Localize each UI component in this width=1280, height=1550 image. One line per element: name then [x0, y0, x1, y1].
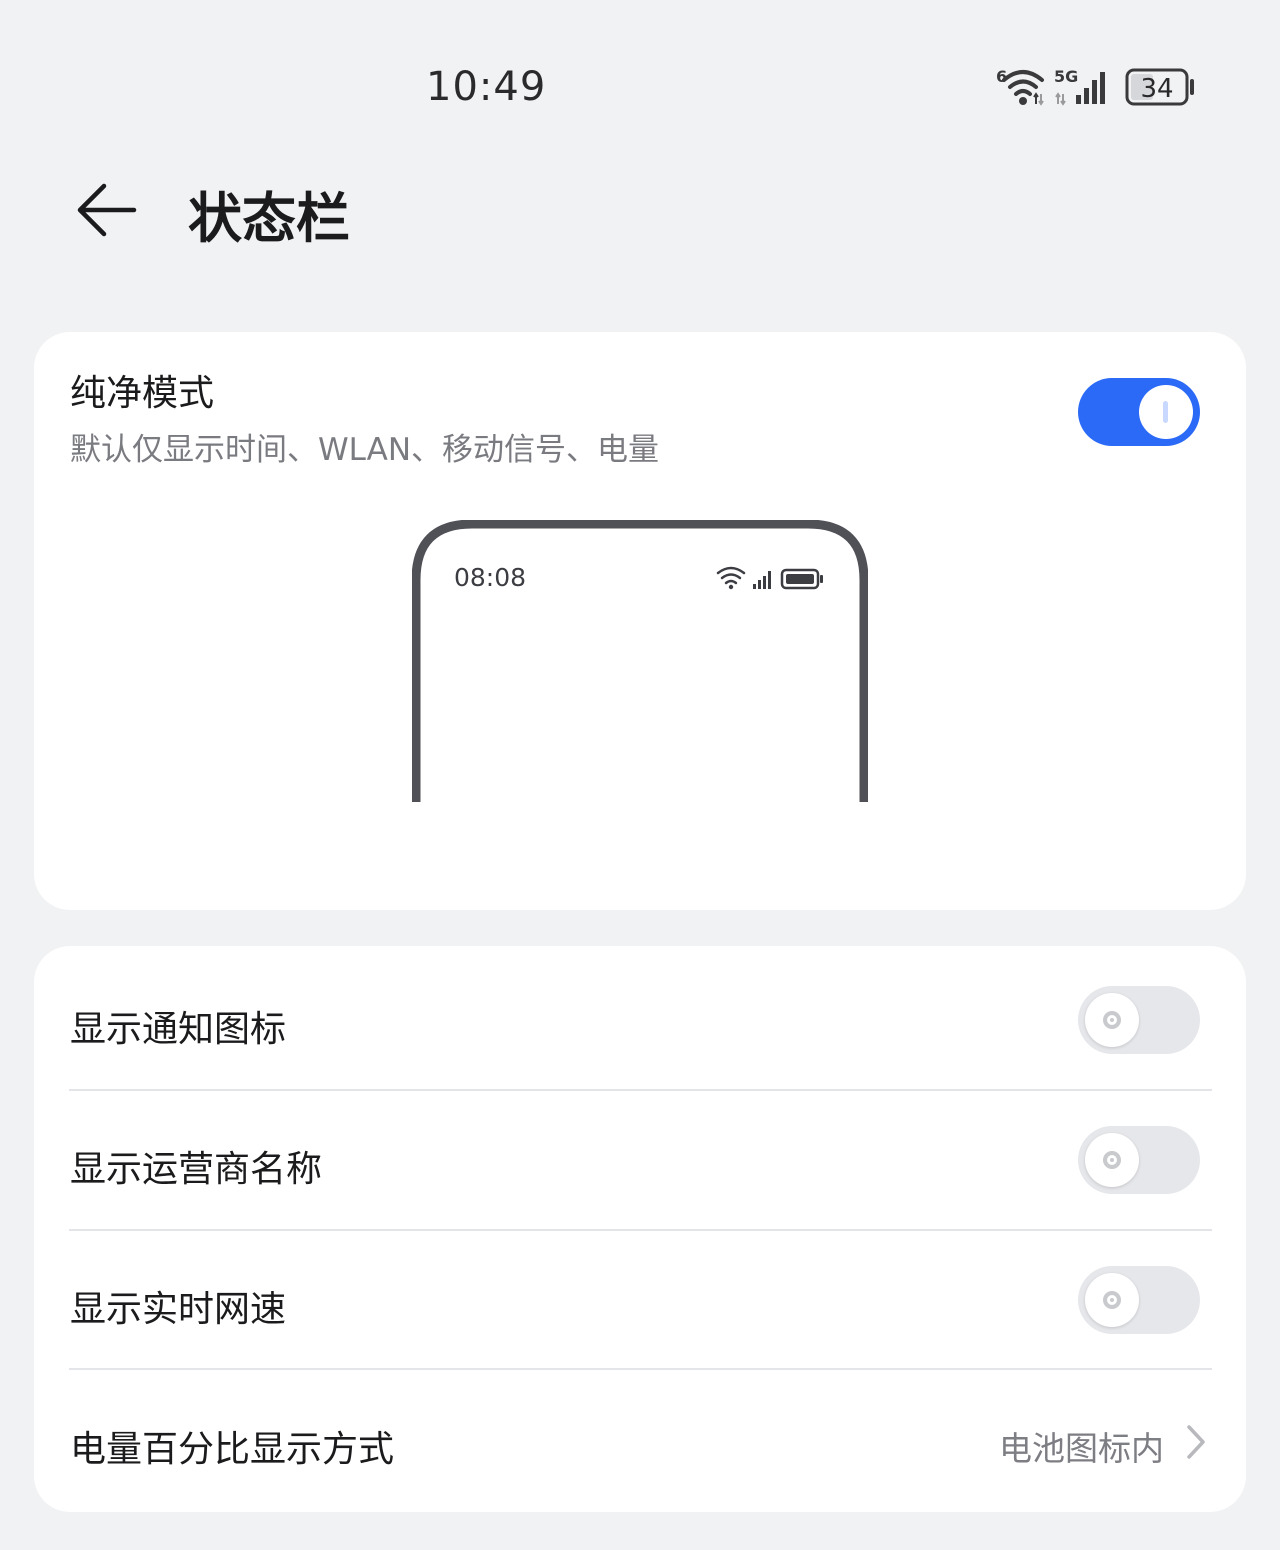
setting-row-network-speed[interactable]: 显示实时网速	[34, 1230, 1246, 1370]
toggle-knob	[1085, 993, 1139, 1047]
status-time: 10:49	[426, 64, 547, 110]
carrier-name-toggle[interactable]	[1078, 1126, 1200, 1194]
battery-display-value: 电池图标内	[999, 1429, 1164, 1468]
setting-row-notification-icons[interactable]: 显示通知图标	[34, 950, 1246, 1090]
toggle-knob	[1139, 385, 1193, 439]
wifi-icon	[716, 566, 746, 590]
chevron-right-icon	[1184, 1422, 1208, 1462]
cellular-signal-icon	[753, 571, 771, 589]
toggle-knob	[1085, 1133, 1139, 1187]
network-speed-toggle[interactable]	[1078, 1266, 1200, 1334]
page-title: 状态栏	[188, 187, 350, 250]
pure-mode-subtitle: 默认仅显示时间、WLAN、移动信号、电量	[70, 432, 660, 468]
page-header: 状态栏	[0, 150, 1280, 280]
arrow-left-icon	[77, 183, 137, 237]
status-bar-settings-card: 显示通知图标 显示运营商名称 显示实时网速 电量百分比显示方式 电池图标内	[34, 946, 1246, 1512]
toggle-knob	[1085, 1273, 1139, 1327]
setting-label: 显示通知图标	[70, 1009, 287, 1050]
setting-row-battery-percentage[interactable]: 电量百分比显示方式 电池图标内	[34, 1370, 1246, 1510]
pure-mode-card: 纯净模式 默认仅显示时间、WLAN、移动信号、电量 08:08	[34, 332, 1246, 910]
setting-row-carrier-name[interactable]: 显示运营商名称	[34, 1090, 1246, 1230]
pure-mode-title: 纯净模式	[70, 373, 215, 414]
status-bar-preview: 08:08	[411, 519, 869, 802]
preview-status-icons	[716, 564, 836, 590]
wifi-icon: 6 5G 34	[996, 67, 1194, 106]
battery-level-text: 34	[1140, 74, 1173, 104]
system-status-bar: 10:49 6 5G 34	[0, 0, 1280, 150]
battery-icon	[780, 568, 823, 590]
preview-icons-svg	[716, 566, 823, 590]
preview-time: 08:08	[454, 563, 527, 592]
setting-label: 显示运营商名称	[70, 1149, 323, 1190]
back-button[interactable]	[72, 180, 142, 240]
status-icons: 6 5G 34	[994, 64, 1204, 112]
notification-icons-toggle[interactable]	[1078, 986, 1200, 1054]
setting-label: 电量百分比显示方式	[70, 1429, 395, 1470]
setting-label: 显示实时网速	[70, 1289, 287, 1330]
network-type-text: 5G	[1054, 67, 1078, 86]
pure-mode-toggle[interactable]	[1078, 378, 1200, 446]
